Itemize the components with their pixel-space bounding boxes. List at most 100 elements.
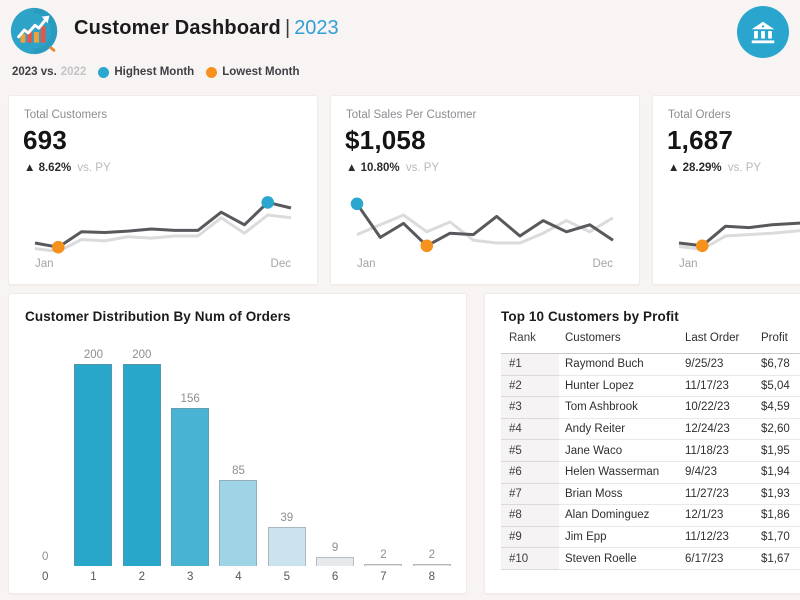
lowest-month-dot[interactable] (421, 240, 434, 253)
bar-mark-orders-8[interactable] (413, 564, 451, 566)
bar-value-label: 200 (84, 349, 103, 361)
header-profit: Profit (759, 332, 800, 344)
x-tick-label: 8 (408, 571, 456, 583)
last-order-cell: 9/4/23 (679, 462, 759, 484)
x-tick-label: 4 (214, 571, 262, 583)
dashboard-page: { "header": { "title": "Customer Dashboa… (0, 0, 800, 600)
table-row[interactable]: #4Andy Reiter12/24/23$2,60 (501, 419, 800, 441)
app-logo chart-growth-icon (8, 5, 62, 59)
bar-slot: 200 (69, 344, 117, 566)
table-body: #1Raymond Buch9/25/23$6,78#2Hunter Lopez… (501, 353, 800, 570)
lowest-month-dot[interactable] (696, 240, 709, 253)
bar-mark-orders-3[interactable] (171, 408, 209, 566)
customer-cell: Hunter Lopez (559, 376, 679, 398)
last-order-cell: 9/25/23 (679, 354, 759, 376)
delta-up-arrow-icon: ▲ (668, 162, 679, 174)
highest-month-dot[interactable] (261, 196, 274, 209)
top-customers-table: Rank Customers Last Order Profit #1Raymo… (501, 332, 800, 570)
bar-slot: 9 (311, 344, 359, 566)
rank-cell: #5 (501, 440, 559, 462)
axis-label-dec: Dec (271, 258, 291, 270)
customer-cell: Jane Waco (559, 440, 679, 462)
table-row[interactable]: #6Helen Wasserman9/4/23$1,94 (501, 462, 800, 484)
customer-cell: Andy Reiter (559, 419, 679, 441)
table-row[interactable]: #3Tom Ashbrook10/22/23$4,59 (501, 397, 800, 419)
rank-cell: #3 (501, 397, 559, 419)
table-row[interactable]: #1Raymond Buch9/25/23$6,78 (501, 354, 800, 376)
bar-slot: 200 (118, 344, 166, 566)
header-rank: Rank (501, 332, 559, 344)
x-tick-label: 2 (118, 571, 166, 583)
bar-slot: 39 (263, 344, 311, 566)
axis-label-jan: Jan (357, 258, 376, 270)
bar-mark-orders-1[interactable] (74, 364, 112, 566)
kpi-value: $1,058 (345, 125, 639, 156)
kpi-card-total-orders: Total Orders 1,687 ▲ 28.29% vs. PY Jan D… (652, 95, 800, 285)
legend: 2023 vs. 2022 Highest Month Lowest Month (12, 66, 300, 78)
bank-icon (748, 17, 778, 47)
bar-mark-orders-5[interactable] (268, 527, 306, 566)
delta-up-arrow-icon: ▲ (346, 162, 357, 174)
bar-mark-orders-6[interactable] (316, 557, 354, 566)
bar-slot: 2 (408, 344, 456, 566)
table-row[interactable]: #10Steven Roelle6/17/23$1,67 (501, 548, 800, 570)
last-order-cell: 11/27/23 (679, 484, 759, 506)
bar-mark-orders-2[interactable] (123, 364, 161, 566)
bar-value-label: 200 (132, 349, 151, 361)
profit-cell: $5,04 (759, 376, 800, 398)
legend-secondary-label: 2022 (61, 66, 87, 78)
x-tick-label: 1 (69, 571, 117, 583)
bar-chart-card: Customer Distribution By Num of Orders 0… (8, 293, 467, 594)
rank-cell: #1 (501, 354, 559, 376)
last-order-cell: 12/1/23 (679, 505, 759, 527)
highest-month-dot[interactable] (351, 198, 364, 211)
customer-cell: Brian Moss (559, 484, 679, 506)
highest-month-dot-icon (98, 67, 109, 78)
delta-suffix: vs. PY (406, 162, 439, 174)
kpi-label: Total Orders (668, 109, 800, 121)
kpi-label: Total Sales Per Customer (346, 109, 639, 121)
bar-mark-orders-4[interactable] (219, 480, 257, 566)
axis-label-jan: Jan (679, 258, 698, 270)
profit-cell: $1,95 (759, 440, 800, 462)
lowest-month-dot[interactable] (52, 241, 65, 254)
last-order-cell: 12/24/23 (679, 419, 759, 441)
bar-chart-title: Customer Distribution By Num of Orders (25, 309, 466, 324)
last-order-cell: 11/18/23 (679, 440, 759, 462)
delta-up-arrow-icon: ▲ (24, 162, 35, 174)
header-last-order: Last Order (679, 332, 759, 344)
profit-cell: $2,60 (759, 419, 800, 441)
table-title: Top 10 Customers by Profit (501, 309, 800, 324)
bar-value-label: 2 (380, 549, 386, 561)
profit-cell: $1,93 (759, 484, 800, 506)
x-tick-label: 0 (21, 571, 69, 583)
trend-line (35, 215, 291, 251)
rank-cell: #6 (501, 462, 559, 484)
profit-cell: $1,70 (759, 527, 800, 549)
page-title: Customer Dashboard|2023 (74, 17, 339, 40)
customer-cell: Alan Dominguez (559, 505, 679, 527)
kpi-delta: ▲ 28.29% vs. PY (668, 162, 800, 174)
table-header-row: Rank Customers Last Order Profit (501, 332, 800, 353)
table-row[interactable]: #8Alan Dominguez12/1/23$1,86 (501, 505, 800, 527)
bank-button[interactable] (737, 6, 789, 58)
table-row[interactable]: #9Jim Epp11/12/23$1,70 (501, 527, 800, 549)
bar-value-label: 156 (181, 393, 200, 405)
customer-cell: Steven Roelle (559, 548, 679, 570)
x-tick-label: 3 (166, 571, 214, 583)
table-row[interactable]: #2Hunter Lopez11/17/23$5,04 (501, 376, 800, 398)
x-tick-label: 5 (263, 571, 311, 583)
rank-cell: #10 (501, 548, 559, 570)
customer-cell: Tom Ashbrook (559, 397, 679, 419)
kpi-card-total-customers: Total Customers 693 ▲ 8.62% vs. PY Jan D… (8, 95, 318, 285)
bar-slot: 2 (359, 344, 407, 566)
bar-mark-orders-7[interactable] (364, 564, 402, 566)
table-row[interactable]: #7Brian Moss11/27/23$1,93 (501, 484, 800, 506)
profit-cell: $1,67 (759, 548, 800, 570)
page-title-text: Customer Dashboard (74, 17, 281, 39)
customer-cell: Raymond Buch (559, 354, 679, 376)
bar-value-label: 0 (42, 551, 48, 563)
table-row[interactable]: #5Jane Waco11/18/23$1,95 (501, 440, 800, 462)
legend-highest-label: Highest Month (114, 66, 194, 78)
trend-line (679, 204, 800, 246)
